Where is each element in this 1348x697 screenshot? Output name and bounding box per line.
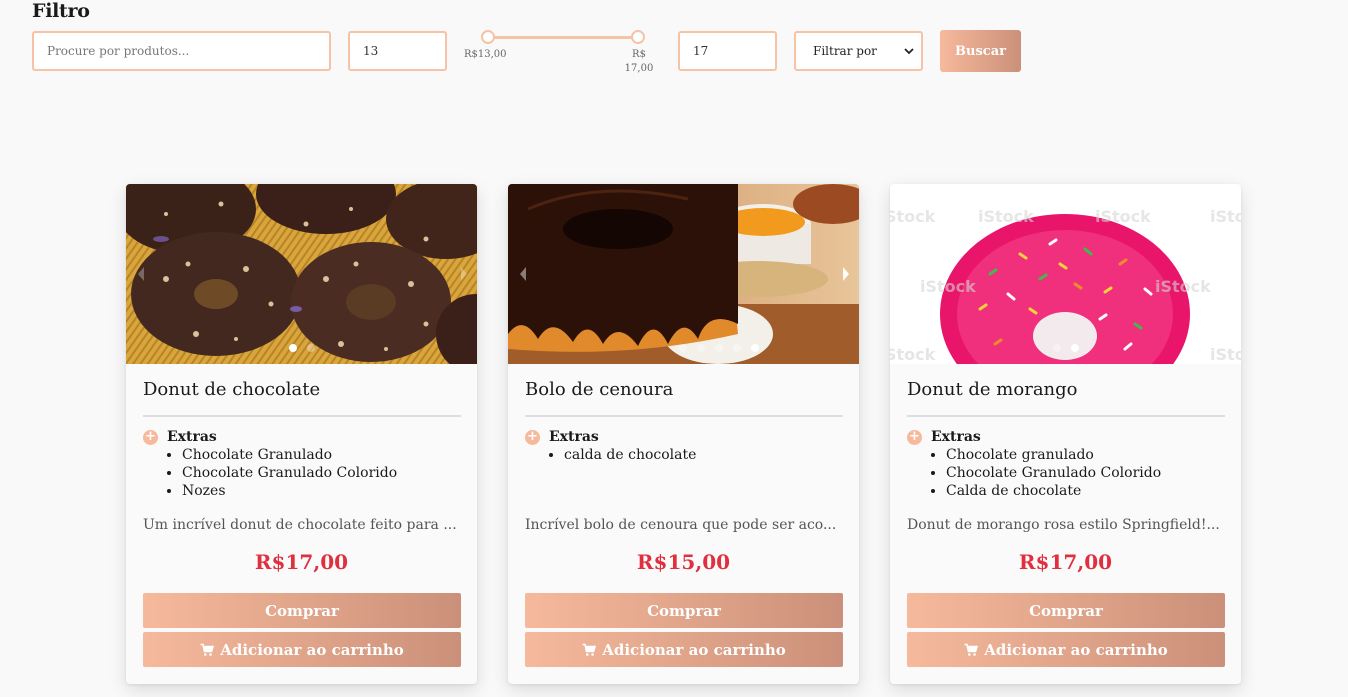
plus-icon[interactable]: + (143, 429, 158, 445)
chevron-down-icon (904, 48, 914, 55)
svg-text:iStock: iStock (1155, 277, 1211, 296)
sort-select-value: Filtrar por (813, 44, 877, 58)
list-item: Chocolate Granulado (182, 446, 397, 464)
product-name: Donut de morango (907, 379, 1078, 400)
buy-button[interactable]: Comprar (907, 593, 1225, 628)
extras-list: calda de chocolate (564, 446, 696, 464)
product-name: Donut de chocolate (143, 379, 321, 400)
svg-text:iStock: iStock (1095, 207, 1151, 226)
filter-title: Filtro (32, 0, 90, 22)
carousel-indicators (508, 344, 859, 352)
carousel-dot[interactable] (306, 344, 315, 352)
add-to-cart-label: Adicionar ao carrinho (220, 640, 404, 659)
extras-header[interactable]: + Extras (907, 429, 981, 445)
list-item: calda de chocolate (564, 446, 696, 464)
carousel-dot[interactable] (1070, 344, 1079, 352)
extras-title: Extras (549, 429, 599, 445)
carousel-dot[interactable] (1052, 344, 1061, 352)
carousel-dot[interactable] (750, 344, 759, 352)
extras-list: Chocolate Granulado Chocolate Granulado … (182, 446, 397, 500)
svg-text:iStock: iStock (978, 207, 1034, 226)
search-input[interactable] (32, 31, 331, 71)
product-image (126, 184, 477, 364)
max-price-input[interactable] (678, 31, 777, 71)
product-description: Donut de morango rosa estilo Springfield… (907, 517, 1220, 533)
add-to-cart-button[interactable]: Adicionar ao carrinho (907, 632, 1225, 667)
divider (525, 415, 843, 417)
cart-icon (582, 643, 597, 656)
sort-select[interactable]: Filtrar por (794, 31, 923, 71)
carousel-next-icon[interactable] (1223, 266, 1233, 282)
extras-title: Extras (931, 429, 981, 445)
slider-max-handle[interactable] (631, 30, 645, 44)
divider (907, 415, 1225, 417)
product-name: Bolo de cenoura (525, 379, 674, 400)
divider (143, 415, 461, 417)
add-to-cart-label: Adicionar ao carrinho (984, 640, 1168, 659)
carousel-dot[interactable] (696, 344, 705, 352)
svg-text:iStock: iStock (920, 277, 976, 296)
list-item: Chocolate Granulado Colorido (182, 464, 397, 482)
product-image-carousel[interactable] (126, 184, 477, 364)
carousel-next-icon[interactable] (459, 266, 469, 282)
search-button[interactable]: Buscar (940, 30, 1021, 72)
list-item: Chocolate granulado (946, 446, 1161, 464)
slider-min-handle[interactable] (481, 30, 495, 44)
product-price: R$15,00 (636, 550, 731, 574)
carousel-dot[interactable] (714, 344, 723, 352)
buy-button[interactable]: Comprar (525, 593, 843, 628)
buy-button[interactable]: Comprar (143, 593, 461, 628)
plus-icon[interactable]: + (907, 429, 922, 445)
list-item: Calda de chocolate (946, 482, 1161, 500)
extras-title: Extras (167, 429, 217, 445)
svg-text:Stock: Stock (890, 207, 936, 226)
carousel-next-icon[interactable] (841, 266, 851, 282)
price-range-slider[interactable]: R$13,00 R$ 17,00 (464, 30, 653, 80)
product-description: Incrível bolo de cenoura que pode ser ac… (525, 517, 837, 533)
plus-icon[interactable]: + (525, 429, 540, 445)
product-card: Bolo de cenoura + Extras calda de chocol… (508, 184, 859, 684)
add-to-cart-button[interactable]: Adicionar ao carrinho (525, 632, 843, 667)
product-image: StockiStockiStockiStock iStockiStock Sto… (890, 184, 1241, 364)
product-image (508, 184, 859, 364)
min-price-input[interactable] (348, 31, 447, 71)
product-card: Donut de chocolate + Extras Chocolate Gr… (126, 184, 477, 684)
product-price: R$17,00 (254, 550, 349, 574)
cart-icon (964, 643, 979, 656)
carousel-indicators (890, 344, 1241, 352)
product-image-carousel[interactable] (508, 184, 859, 364)
product-image-carousel[interactable]: StockiStockiStockiStock iStockiStock Sto… (890, 184, 1241, 364)
svg-text:iStock: iStock (1210, 207, 1241, 226)
carousel-prev-icon[interactable] (900, 266, 910, 282)
add-to-cart-label: Adicionar ao carrinho (602, 640, 786, 659)
slider-max-label: R$ 17,00 (624, 49, 654, 74)
product-description: Um incrível donut de chocolate feito par… (143, 517, 457, 533)
slider-min-label: R$13,00 (464, 49, 507, 60)
slider-track (488, 36, 638, 39)
cart-icon (200, 643, 215, 656)
extras-header[interactable]: + Extras (525, 429, 599, 445)
carousel-prev-icon[interactable] (518, 266, 528, 282)
carousel-dot[interactable] (678, 344, 687, 352)
product-card: StockiStockiStockiStock iStockiStock Sto… (890, 184, 1241, 684)
extras-header[interactable]: + Extras (143, 429, 217, 445)
carousel-dot[interactable] (288, 344, 297, 352)
carousel-prev-icon[interactable] (136, 266, 146, 282)
product-price: R$17,00 (1018, 550, 1113, 574)
add-to-cart-button[interactable]: Adicionar ao carrinho (143, 632, 461, 667)
extras-list: Chocolate granulado Chocolate Granulado … (946, 446, 1161, 500)
carousel-indicators (126, 344, 477, 352)
carousel-dot[interactable] (732, 344, 741, 352)
list-item: Nozes (182, 482, 397, 500)
list-item: Chocolate Granulado Colorido (946, 464, 1161, 482)
